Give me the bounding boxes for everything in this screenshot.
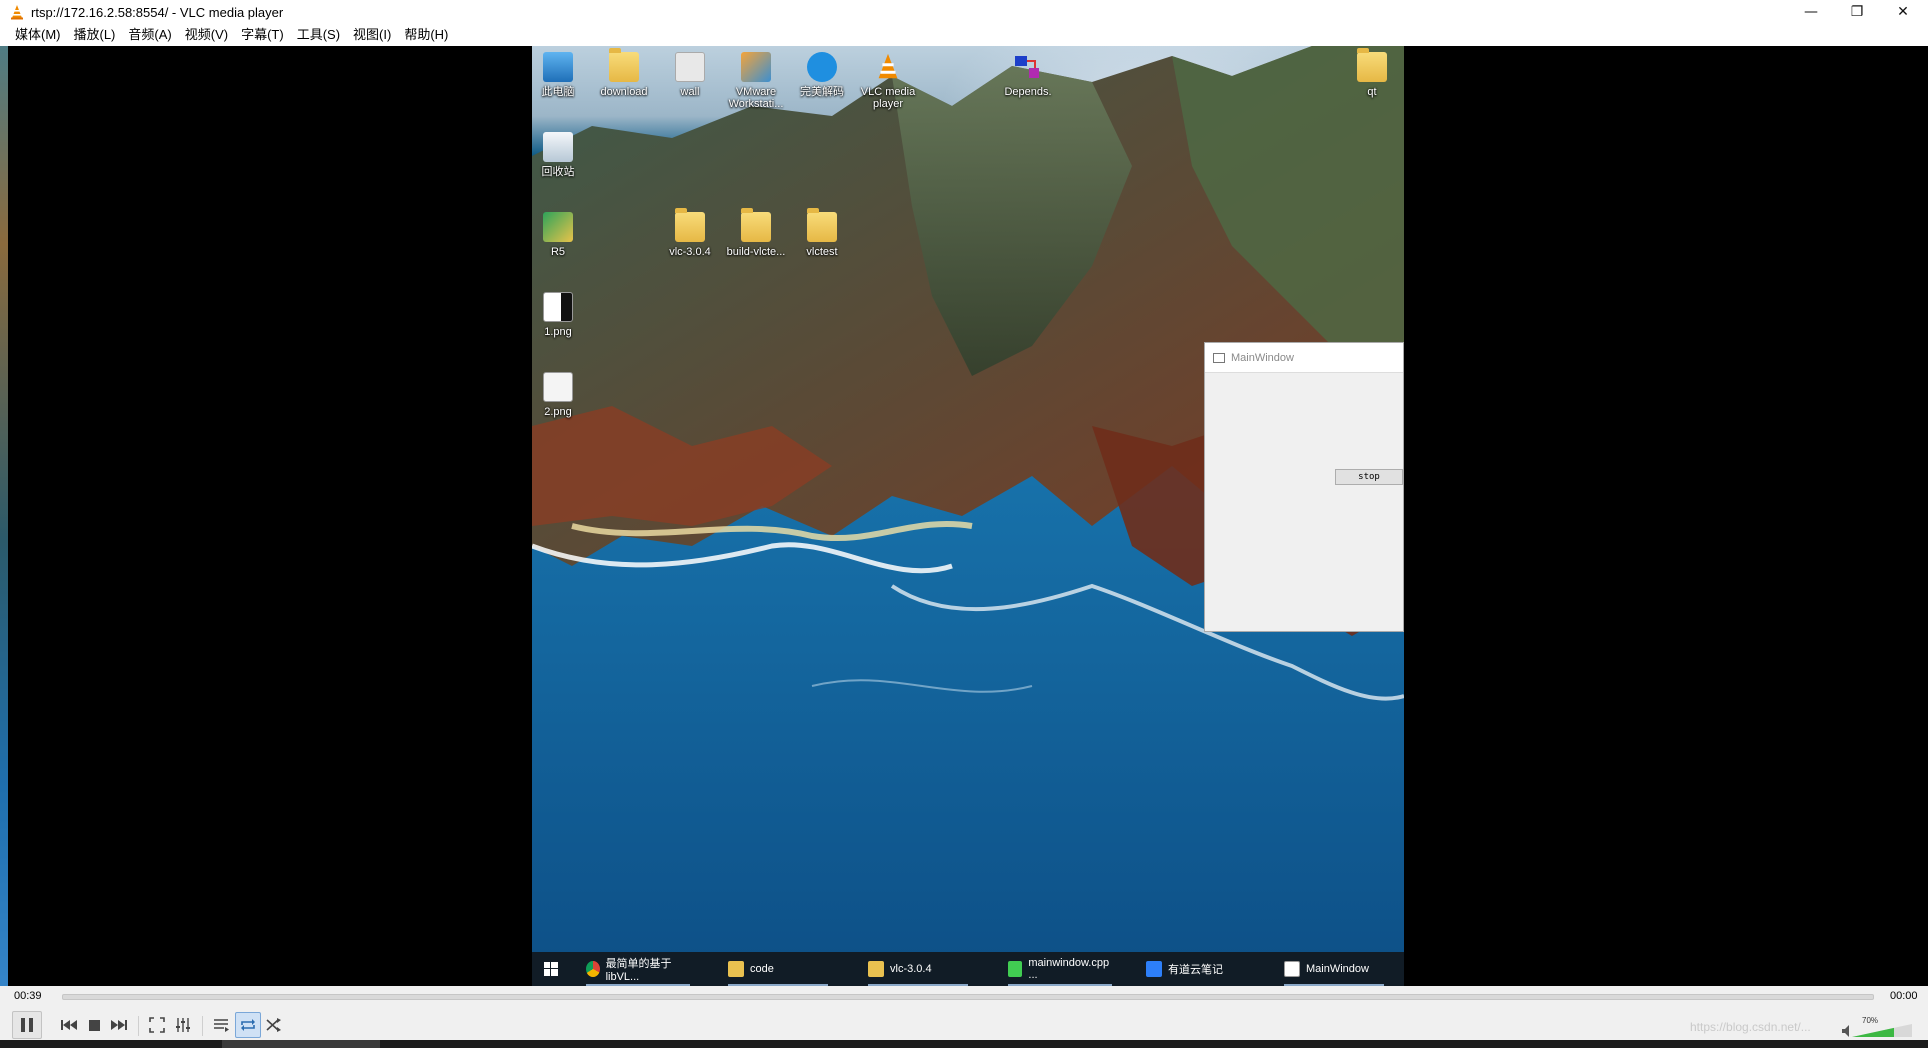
menu-video[interactable]: 视频(V) [180, 24, 236, 46]
equalizer-icon [176, 1018, 190, 1032]
shuffle-icon [266, 1018, 281, 1032]
desktop-icon-wall[interactable]: wall [658, 52, 722, 98]
desktop-icon-build-vlctest[interactable]: build-vlcte... [724, 208, 788, 258]
image-icon [543, 292, 573, 322]
start-button[interactable] [544, 952, 558, 986]
seek-slider[interactable] [62, 994, 1874, 1000]
taskbar-item-notes[interactable]: 有道云笔记 [1146, 952, 1246, 986]
menu-view[interactable]: 视图(I) [348, 24, 399, 46]
previous-button[interactable] [56, 1012, 82, 1038]
extended-settings-button[interactable] [170, 1012, 196, 1038]
taskbar-item-chrome[interactable]: 最简单的基于libVL... [586, 952, 690, 986]
menu-playback[interactable]: 播放(L) [69, 24, 124, 46]
window-icon [1284, 961, 1300, 977]
folder-icon [807, 208, 837, 242]
desktop-icon-depends[interactable]: Depends. [996, 52, 1060, 98]
window-title: rtsp://172.16.2.58:8554/ - VLC media pla… [31, 4, 284, 20]
bottom-edge-highlight [222, 1040, 380, 1048]
current-time: 00:39 [14, 990, 42, 1002]
remote-taskbar: 最简单的基于libVL... code vlc-3.0.4 mainwindow… [532, 952, 1404, 986]
folder-icon [741, 208, 771, 242]
desktop-icon-this-pc[interactable]: 此电脑 [532, 52, 590, 98]
desktop-icon-vmware[interactable]: VMware Workstati... [724, 52, 788, 110]
restore-button[interactable]: ❐ [1834, 0, 1880, 24]
taskbar-item-mainwindow-cpp[interactable]: mainwindow.cpp ... [1008, 952, 1112, 986]
desktop-icon-2png[interactable]: 2.png [532, 372, 590, 418]
vlc-cone-icon [9, 4, 25, 20]
desktop-icon-vlc-folder[interactable]: vlc-3.0.4 [658, 208, 722, 258]
playlist-button[interactable] [208, 1012, 234, 1038]
notes-icon [1146, 961, 1162, 977]
playback-controls: 00:39 00:00 https://blog.csdn.net/... 70… [0, 986, 1928, 1048]
vlc-window: rtsp://172.16.2.58:8554/ - VLC media pla… [0, 0, 1928, 1048]
menu-audio[interactable]: 音频(A) [123, 24, 179, 46]
background-desktop-strip [0, 46, 8, 1036]
recycle-bin-icon [543, 132, 573, 162]
vlc-icon [873, 52, 903, 82]
loop-button[interactable] [235, 1012, 261, 1038]
volume-slider[interactable] [1842, 1024, 1912, 1038]
shuffle-button[interactable] [261, 1012, 287, 1038]
desktop-icon-vlc[interactable]: VLC media player [856, 52, 920, 110]
stop-playback-button[interactable] [81, 1012, 107, 1038]
fullscreen-button[interactable] [144, 1012, 170, 1038]
loop-icon [241, 1019, 255, 1031]
image-icon [543, 372, 573, 402]
skip-back-icon [61, 1020, 77, 1030]
menu-help[interactable]: 帮助(H) [399, 24, 456, 46]
stop-icon [88, 1019, 100, 1031]
skip-forward-icon [111, 1020, 127, 1030]
media-player-icon [807, 52, 837, 82]
title-bar: rtsp://172.16.2.58:8554/ - VLC media pla… [0, 0, 1928, 24]
menu-subtitle[interactable]: 字幕(T) [236, 24, 292, 46]
desktop-icon-recycle-bin[interactable]: 回收站 [532, 132, 590, 178]
chrome-icon [586, 961, 600, 977]
menu-tools[interactable]: 工具(S) [292, 24, 348, 46]
menu-media[interactable]: 媒体(M) [10, 24, 69, 46]
windows-icon [544, 962, 558, 976]
desktop-icon-r5[interactable]: R5 [532, 212, 590, 258]
fullscreen-icon [149, 1017, 165, 1033]
watermark-text: https://blog.csdn.net/... [1690, 1020, 1811, 1034]
image-icon [675, 52, 705, 82]
computer-icon [543, 52, 573, 82]
desktop-icon-download[interactable]: download [592, 48, 656, 98]
r5-icon [543, 212, 573, 242]
folder-icon [868, 961, 884, 977]
video-display[interactable]: 此电脑 download wall VMware Workstati... 完美… [8, 46, 1928, 986]
desktop-icon-player[interactable]: 完美解码 [790, 52, 854, 98]
speaker-icon[interactable] [1842, 1025, 1849, 1037]
depends-icon [1013, 52, 1043, 82]
taskbar-item-mainwindow[interactable]: MainWindow [1284, 952, 1384, 986]
folder-icon [1357, 48, 1387, 82]
total-time: 00:00 [1890, 990, 1918, 1002]
folder-icon [609, 48, 639, 82]
playlist-icon [214, 1019, 229, 1032]
pause-button[interactable] [12, 1011, 42, 1039]
desktop-icon-vlctest[interactable]: vlctest [790, 208, 854, 258]
volume-level [1852, 1027, 1894, 1037]
inner-window-titlebar: MainWindow [1205, 343, 1403, 373]
menu-bar: 媒体(M) 播放(L) 音频(A) 视频(V) 字幕(T) 工具(S) 视图(I… [0, 24, 1928, 46]
stop-button[interactable]: stop [1335, 469, 1403, 485]
window-icon [1213, 352, 1225, 363]
inner-main-window: MainWindow stop [1204, 342, 1404, 632]
folder-icon [728, 961, 744, 977]
taskbar-item-vlc[interactable]: vlc-3.0.4 [868, 952, 968, 986]
desktop-icon-1png[interactable]: 1.png [532, 292, 590, 338]
minimize-button[interactable]: — [1788, 0, 1834, 24]
inner-window-title: MainWindow [1231, 351, 1294, 364]
close-button[interactable]: ✕ [1880, 0, 1926, 24]
folder-icon [675, 208, 705, 242]
qtcreator-icon [1008, 961, 1023, 977]
vmware-icon [741, 52, 771, 82]
taskbar-item-code[interactable]: code [728, 952, 828, 986]
pause-icon [21, 1018, 33, 1032]
next-button[interactable] [106, 1012, 132, 1038]
desktop-icon-qt[interactable]: qt [1340, 48, 1404, 98]
video-frame-remote-desktop: 此电脑 download wall VMware Workstati... 完美… [532, 46, 1404, 986]
